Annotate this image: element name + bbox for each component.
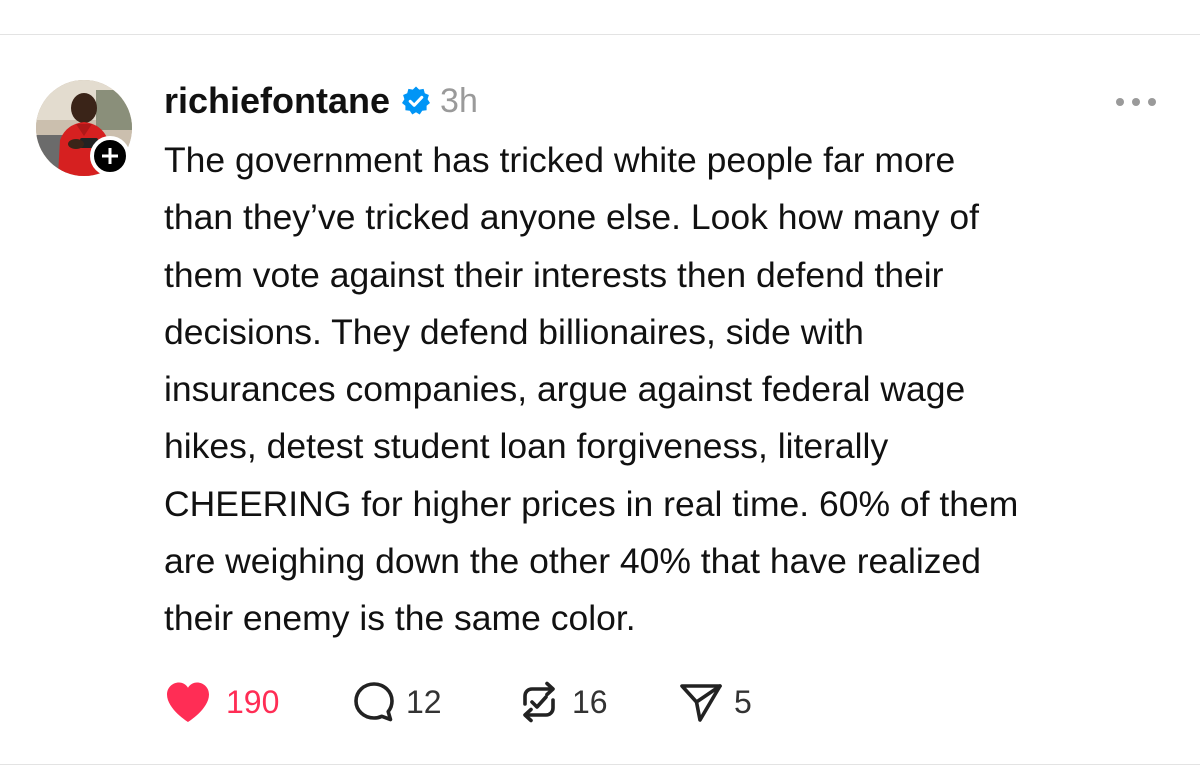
like-button[interactable]: 190 (164, 678, 279, 726)
post-text-line: insurances companies, argue against fede… (164, 369, 966, 410)
post-text-line: are weighing down the other 40% that hav… (164, 541, 982, 582)
action-bar: 190 12 16 5 (164, 678, 804, 726)
post-header: richiefontane 3h (164, 78, 478, 124)
like-count: 190 (226, 683, 280, 720)
repost-count: 16 (572, 683, 608, 720)
paper-plane-icon (680, 684, 722, 722)
verified-badge-icon (400, 85, 432, 117)
post-text-line: hikes, detest student loan forgiveness, … (164, 426, 889, 467)
bottom-divider (0, 764, 1200, 765)
heart-filled-icon (167, 682, 209, 722)
post-text-line: The government has tricked white people … (164, 140, 956, 180)
speech-bubble-icon (354, 682, 394, 722)
username[interactable]: richiefontane (164, 80, 390, 122)
share-button[interactable]: 5 (678, 678, 752, 726)
plus-icon (102, 148, 118, 164)
repost-button[interactable]: 16 (516, 678, 608, 726)
more-dots-icon (1116, 98, 1156, 106)
top-divider (0, 34, 1200, 35)
reply-button[interactable]: 12 (352, 678, 442, 726)
avatar[interactable] (36, 80, 132, 176)
post-text-line: than they’ve tricked anyone else. Look h… (164, 197, 980, 238)
post-text: The government has tricked white people … (164, 132, 1174, 648)
timestamp: 3h (440, 81, 478, 120)
post-text-line: them vote against their interests then d… (164, 254, 944, 295)
post-text-line: decisions. They defend billionaires, sid… (164, 311, 864, 352)
post-text-line: CHEERING for higher prices in real time.… (164, 483, 1019, 524)
repost-icon (523, 681, 555, 723)
post-text-line: their enemy is the same color. (164, 598, 636, 639)
reply-count: 12 (406, 683, 442, 720)
follow-button[interactable] (90, 136, 130, 176)
more-options-button[interactable] (1112, 92, 1160, 112)
share-count: 5 (734, 683, 752, 720)
